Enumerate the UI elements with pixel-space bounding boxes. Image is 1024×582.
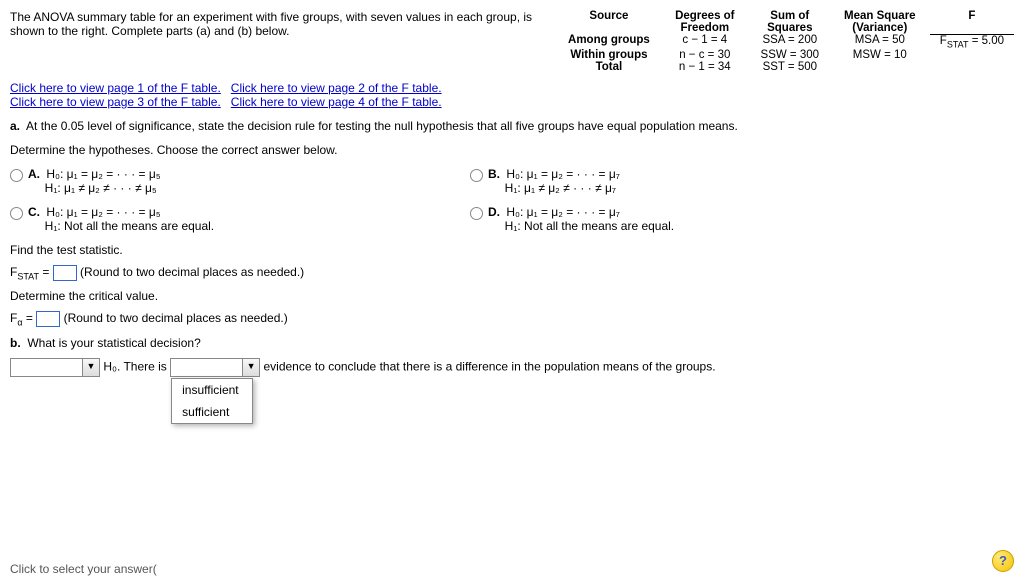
- row-total-ss: SST = 500: [750, 61, 830, 73]
- option-d-label: D.: [488, 205, 500, 219]
- option-a-line1: H₀: μ₁ = μ₂ = · · · = μ₅: [46, 167, 160, 181]
- row-among-f: FSTAT = 5.00: [930, 34, 1014, 49]
- decision-dropdown-1[interactable]: ▼: [10, 358, 100, 377]
- f-table-links: Click here to view page 1 of the F table…: [10, 81, 1014, 109]
- option-b-line1: H₀: μ₁ = μ₂ = · · · = μ₇: [506, 167, 620, 181]
- conclusion-text: evidence to conclude that there is a dif…: [263, 360, 715, 374]
- radio-icon[interactable]: [10, 169, 23, 182]
- qa-determine: Determine the hypotheses. Choose the cor…: [10, 143, 1014, 157]
- option-a-label: A.: [28, 167, 40, 181]
- there-is-text: There is: [123, 360, 170, 374]
- option-c-label: C.: [28, 205, 40, 219]
- row-total-label: Total: [558, 61, 660, 73]
- dropdown-option-sufficient[interactable]: sufficient: [172, 401, 252, 423]
- option-c-line1: H₀: μ₁ = μ₂ = · · · = μ₅: [46, 205, 160, 219]
- link-ftable-3[interactable]: Click here to view page 3 of the F table…: [10, 95, 221, 109]
- find-test-statistic: Find the test statistic.: [10, 243, 1014, 257]
- qb-prompt: What is your statistical decision?: [27, 336, 200, 350]
- option-c-line2: H₁: Not all the means are equal.: [45, 219, 214, 233]
- fstat-hint: (Round to two decimal places as needed.): [80, 265, 304, 279]
- evidence-dropdown[interactable]: ▼ insufficient sufficient: [170, 358, 260, 377]
- th-ss: Sum of Squares: [750, 10, 830, 34]
- row-among-ms: MSA = 50: [830, 34, 930, 49]
- help-icon[interactable]: ?: [992, 550, 1014, 572]
- row-within-ss: SSW = 300: [750, 49, 830, 61]
- row-within-ms: MSW = 10: [830, 49, 930, 61]
- option-b[interactable]: B. H₀: μ₁ = μ₂ = · · · = μ₇ H₁: μ₁ ≠ μ₂ …: [470, 167, 900, 195]
- option-a-line2: H₁: μ₁ ≠ μ₂ ≠ · · · ≠ μ₅: [45, 181, 157, 195]
- falpha-hint: (Round to two decimal places as needed.): [64, 312, 288, 326]
- link-ftable-4[interactable]: Click here to view page 4 of the F table…: [231, 95, 442, 109]
- qb-label: b.: [10, 336, 21, 350]
- intro-text: The ANOVA summary table for an experimen…: [10, 10, 538, 73]
- option-a[interactable]: A. H₀: μ₁ = μ₂ = · · · = μ₅ H₁: μ₁ ≠ μ₂ …: [10, 167, 440, 195]
- option-d-line2: H₁: Not all the means are equal.: [505, 219, 674, 233]
- row-within-label: Within groups: [558, 49, 660, 61]
- determine-critical: Determine the critical value.: [10, 289, 1014, 303]
- fstat-eq: =: [39, 265, 53, 279]
- anova-table: Source Degrees of Freedom Sum of Squares…: [558, 10, 1014, 73]
- fstat-sub: STAT: [17, 271, 39, 281]
- evidence-dropdown-menu: insufficient sufficient: [171, 378, 253, 424]
- falpha-input[interactable]: [36, 311, 60, 327]
- option-b-line2: H₁: μ₁ ≠ μ₂ ≠ · · · ≠ μ₇: [505, 181, 616, 195]
- option-c[interactable]: C. H₀: μ₁ = μ₂ = · · · = μ₅ H₁: Not all …: [10, 205, 440, 233]
- th-source: Source: [558, 10, 660, 34]
- footer-hint: Click to select your answer(: [10, 562, 157, 576]
- link-ftable-2[interactable]: Click here to view page 2 of the F table…: [231, 81, 442, 95]
- row-among-ss: SSA = 200: [750, 34, 830, 49]
- dropdown-option-insufficient[interactable]: insufficient: [172, 379, 252, 401]
- qa-prompt: At the 0.05 level of significance, state…: [26, 119, 738, 133]
- row-within-df: n − c = 30: [660, 49, 750, 61]
- row-among-df: c − 1 = 4: [660, 34, 750, 49]
- th-ms: Mean Square (Variance): [830, 10, 930, 34]
- option-d-line1: H₀: μ₁ = μ₂ = · · · = μ₇: [506, 205, 620, 219]
- falpha-eq: =: [23, 312, 37, 326]
- qa-label: a.: [10, 119, 20, 133]
- option-b-label: B.: [488, 167, 500, 181]
- option-d[interactable]: D. H₀: μ₁ = μ₂ = · · · = μ₇ H₁: Not all …: [470, 205, 900, 233]
- radio-icon[interactable]: [470, 169, 483, 182]
- th-df: Degrees of Freedom: [660, 10, 750, 34]
- row-total-df: n − 1 = 34: [660, 61, 750, 73]
- row-among-label: Among groups: [558, 34, 660, 49]
- radio-icon[interactable]: [10, 207, 23, 220]
- dropdown-arrow-icon: ▼: [242, 359, 259, 376]
- th-f: F: [930, 10, 1014, 34]
- fstat-input[interactable]: [53, 265, 77, 281]
- dropdown-arrow-icon: ▼: [82, 359, 99, 376]
- h0-label: H₀.: [103, 360, 120, 374]
- link-ftable-1[interactable]: Click here to view page 1 of the F table…: [10, 81, 221, 95]
- radio-icon[interactable]: [470, 207, 483, 220]
